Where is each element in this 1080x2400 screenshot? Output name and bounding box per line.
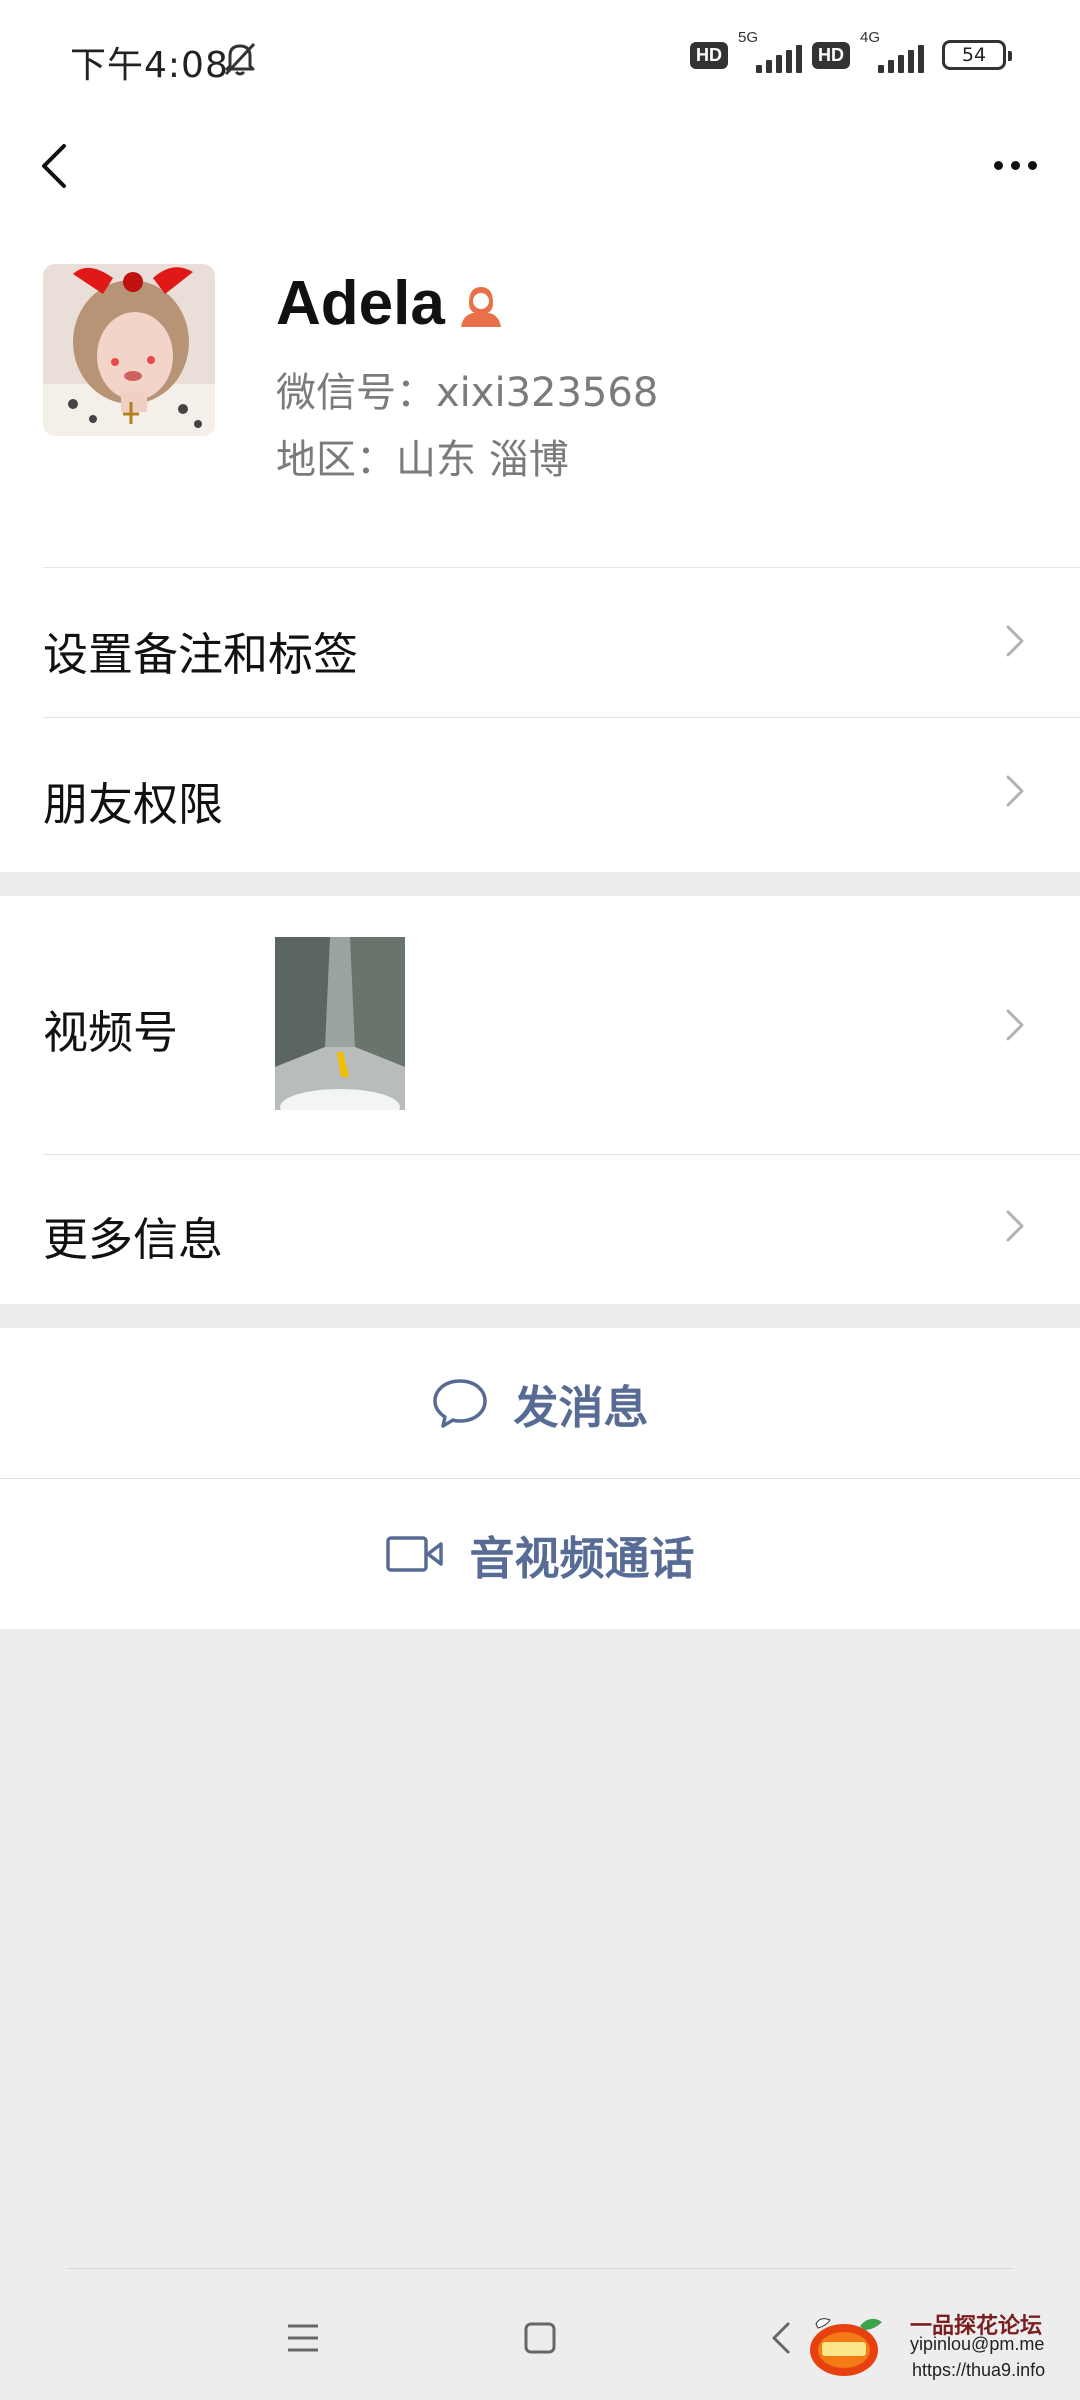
status-time: 下午4:08 bbox=[70, 45, 229, 86]
video-call-label: 音视频通话 bbox=[469, 1531, 695, 1585]
battery-icon: 54 bbox=[942, 40, 1012, 70]
row-remark-tags[interactable]: 设置备注和标签 bbox=[0, 566, 1080, 716]
watermark-url: https://thua9.info bbox=[912, 2360, 1046, 2380]
watermark-email: yipinlou@pm.me bbox=[910, 2334, 1045, 2354]
battery-level: 54 bbox=[961, 44, 987, 66]
back-button[interactable] bbox=[30, 130, 90, 200]
video-call-button[interactable]: 音视频通话 bbox=[0, 1479, 1080, 1629]
row-channels[interactable]: 视频号 bbox=[0, 896, 1080, 1154]
name-row: Adela bbox=[276, 268, 503, 339]
video-camera-icon bbox=[386, 1536, 444, 1572]
bell-muted-icon bbox=[220, 38, 260, 82]
chevron-right-icon bbox=[1006, 1009, 1024, 1041]
back-nav-icon[interactable] bbox=[766, 2318, 796, 2358]
send-message-button[interactable]: 发消息 bbox=[0, 1328, 1080, 1478]
status-icons: HD 5G HD 4G 54 bbox=[690, 29, 1012, 80]
chevron-right-icon bbox=[1006, 625, 1024, 657]
hd-badge: HD bbox=[690, 41, 728, 69]
wechat-id: 微信号：xixi323568 bbox=[276, 370, 659, 416]
signal-icon: 4G bbox=[860, 29, 924, 75]
row-label: 朋友权限 bbox=[43, 778, 224, 831]
menu-icon[interactable] bbox=[285, 2320, 321, 2356]
female-user-icon bbox=[459, 283, 503, 331]
row-friend-permissions[interactable]: 朋友权限 bbox=[0, 718, 1080, 868]
row-label: 更多信息 bbox=[43, 1213, 224, 1266]
chevron-right-icon bbox=[1006, 1210, 1024, 1242]
hd-badge: HD bbox=[812, 41, 850, 69]
avatar[interactable] bbox=[43, 264, 215, 436]
contact-name: Adela bbox=[276, 269, 445, 338]
send-message-label: 发消息 bbox=[513, 1380, 649, 1434]
nav-divider bbox=[68, 2268, 1012, 2269]
chevron-right-icon bbox=[1006, 775, 1024, 807]
row-label: 设置备注和标签 bbox=[43, 628, 359, 681]
more-dots-icon bbox=[993, 160, 1003, 170]
region: 地区：山东 淄博 bbox=[276, 437, 569, 483]
settings-group: 设置备注和标签 朋友权限 bbox=[0, 566, 1080, 872]
home-icon[interactable] bbox=[522, 2320, 558, 2356]
profile-header: Adela 微信号：xixi323568 地区：山东 淄博 bbox=[0, 230, 1080, 566]
row-label: 视频号 bbox=[43, 1006, 179, 1059]
info-group: 视频号 更多信息 bbox=[0, 896, 1080, 1304]
signal-icon: 5G bbox=[738, 29, 802, 75]
row-more-info[interactable]: 更多信息 bbox=[0, 1155, 1080, 1304]
chevron-left-icon bbox=[42, 144, 66, 188]
watermark-logo bbox=[810, 2318, 882, 2376]
chat-bubble-icon bbox=[433, 1379, 488, 1428]
status-bar: 下午4:08 HD 5G HD 4G 54 bbox=[0, 0, 1080, 110]
channel-thumbnail bbox=[275, 937, 405, 1110]
more-button[interactable] bbox=[970, 140, 1060, 190]
